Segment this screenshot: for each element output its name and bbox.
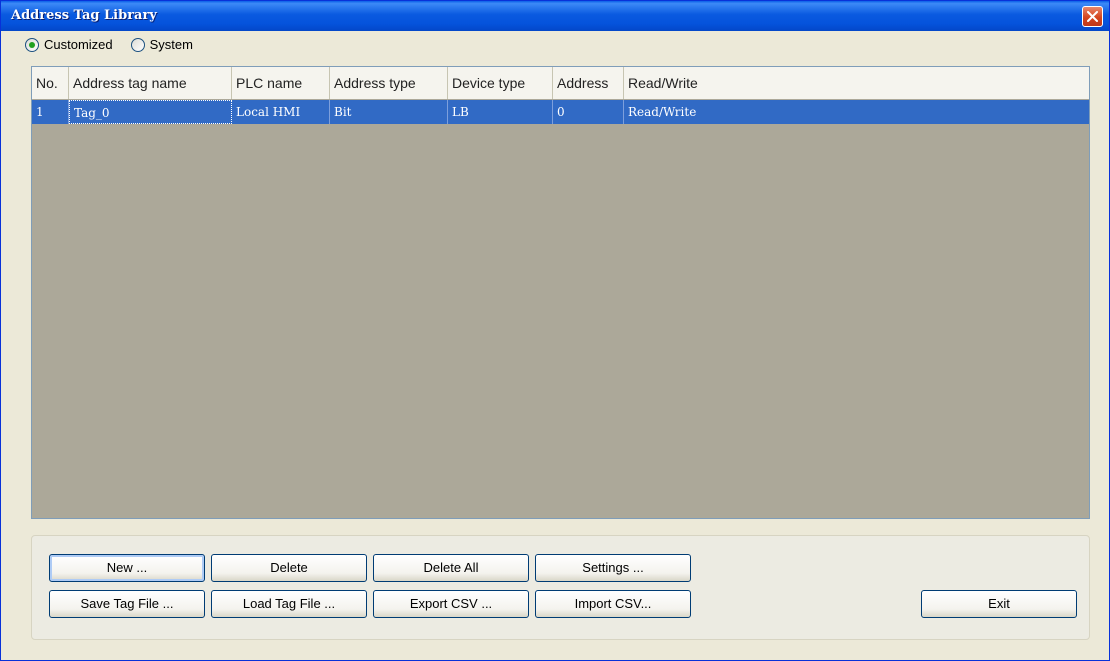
system-radio[interactable]: System [130, 37, 193, 52]
cell-address-tag-name[interactable]: Tag_0 [69, 100, 232, 124]
close-button[interactable] [1082, 6, 1103, 27]
cell-address-type[interactable]: Bit [330, 100, 448, 124]
save-tag-file-button[interactable]: Save Tag File ... [49, 590, 205, 618]
column-header-no[interactable]: No. [32, 67, 69, 99]
customized-radio-label[interactable]: Customized [44, 37, 113, 52]
system-radio-indicator[interactable] [130, 37, 145, 52]
column-header-address-tag-name[interactable]: Address tag name [69, 67, 232, 99]
cell-device-type[interactable]: LB [448, 100, 553, 124]
cell-no[interactable]: 1 [32, 100, 69, 124]
column-header-read-write[interactable]: Read/Write [624, 67, 1089, 99]
table-header: No. Address tag name PLC name Address ty… [32, 67, 1089, 100]
address-tag-library-window: Address Tag Library Customized System No… [0, 0, 1110, 661]
column-header-plc-name[interactable]: PLC name [232, 67, 330, 99]
column-header-address[interactable]: Address [553, 67, 624, 99]
export-csv-button[interactable]: Export CSV ... [373, 590, 529, 618]
window-title: Address Tag Library [11, 8, 157, 23]
exit-button[interactable]: Exit [921, 590, 1077, 618]
button-panel: New ... Delete Delete All Settings ... S… [31, 535, 1090, 640]
delete-all-button[interactable]: Delete All [373, 554, 529, 582]
customized-radio-indicator[interactable] [25, 37, 39, 52]
table-row[interactable]: 1 Tag_0 Local HMI Bit LB 0 Read/Write [32, 100, 1089, 124]
settings-button[interactable]: Settings ... [535, 554, 691, 582]
column-header-address-type[interactable]: Address type [330, 67, 448, 99]
tag-source-radio-group: Customized System [25, 37, 211, 52]
close-icon [1087, 11, 1098, 22]
system-radio-label[interactable]: System [150, 37, 193, 52]
cell-plc-name[interactable]: Local HMI [232, 100, 330, 124]
new-button[interactable]: New ... [49, 554, 205, 582]
import-csv-button[interactable]: Import CSV... [535, 590, 691, 618]
cell-address[interactable]: 0 [553, 100, 624, 124]
title-bar[interactable]: Address Tag Library [1, 1, 1109, 31]
cell-read-write[interactable]: Read/Write [624, 100, 1089, 124]
delete-button[interactable]: Delete [211, 554, 367, 582]
address-tag-table[interactable]: No. Address tag name PLC name Address ty… [31, 66, 1090, 519]
load-tag-file-button[interactable]: Load Tag File ... [211, 590, 367, 618]
customized-radio[interactable]: Customized [25, 37, 113, 52]
column-header-device-type[interactable]: Device type [448, 67, 553, 99]
